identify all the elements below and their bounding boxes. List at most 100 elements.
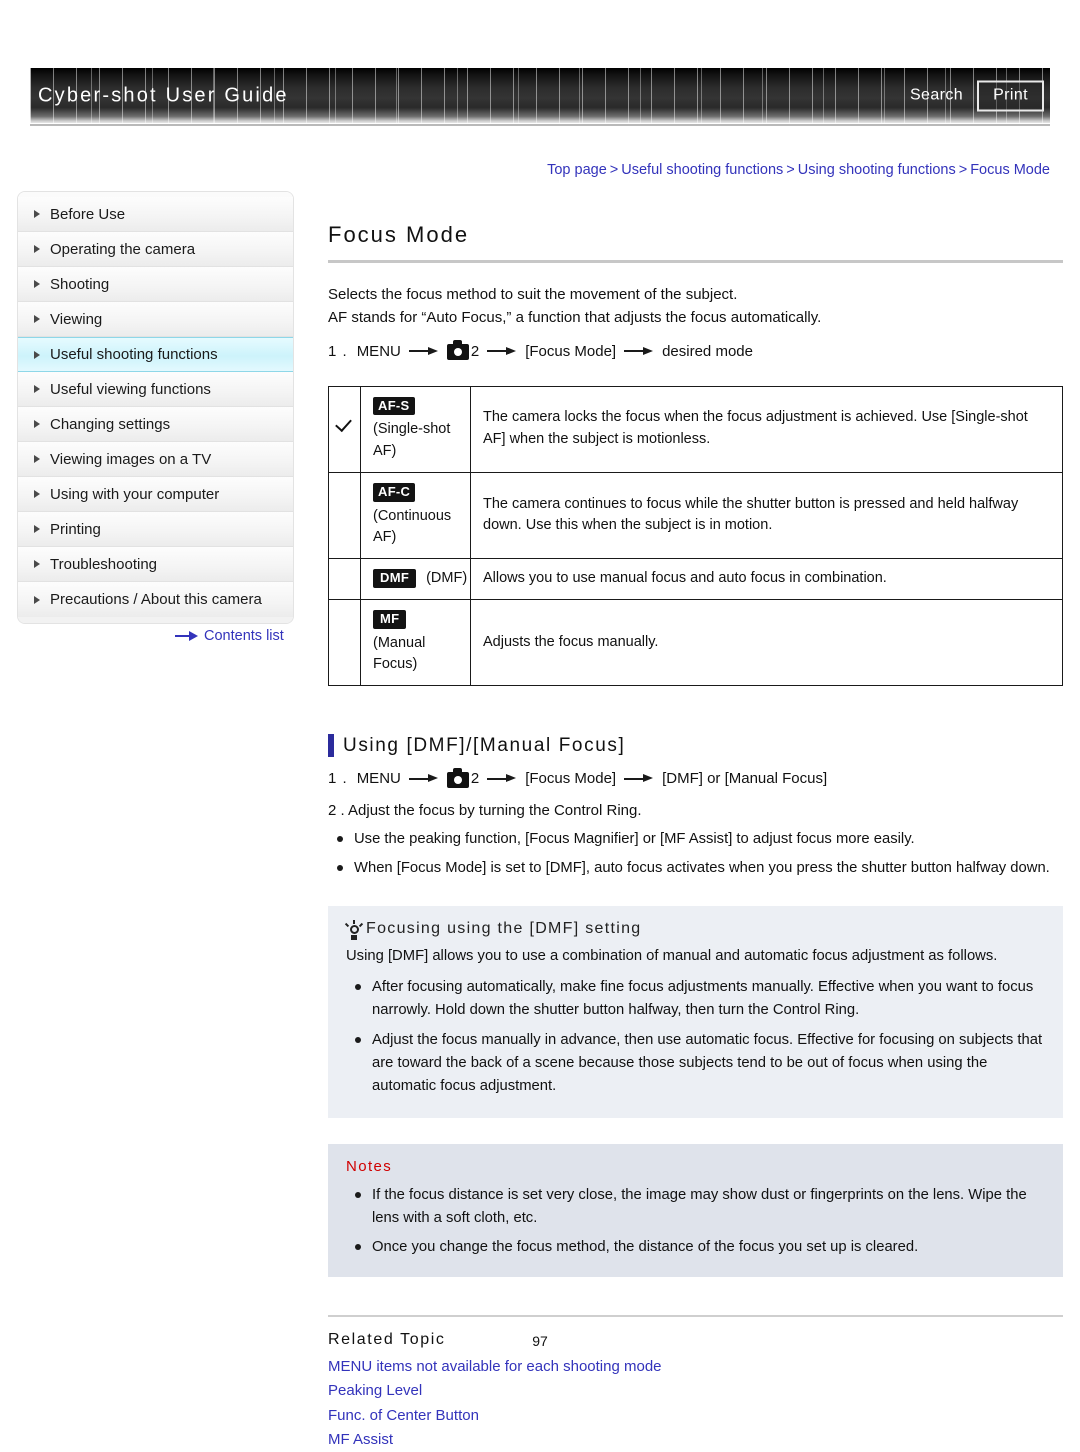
sidebar-item-label: Printing (50, 520, 101, 538)
sidebar-item-shooting[interactable]: Shooting (18, 267, 293, 302)
main-content: Focus Mode Selects the focus method to s… (328, 222, 1063, 1452)
menu-page-number: 2 (470, 770, 480, 787)
arrow-right-icon (175, 631, 199, 641)
lightbulb-icon (344, 920, 364, 940)
list-item: After focusing automatically, make fine … (355, 976, 1045, 1022)
related-topic-divider (328, 1314, 1063, 1317)
app-title: Cyber-shot User Guide (38, 84, 289, 106)
sidebar-item-label: Changing settings (50, 415, 171, 433)
app-header: Cyber-shot User Guide Search Print (30, 68, 1050, 130)
tip-bullet-list: After focusing automatically, make fine … (346, 976, 1045, 1097)
list-item: Use the peaking function, [Focus Magnifi… (337, 828, 1063, 851)
chevron-right-icon (34, 280, 40, 288)
subsection-bullet-list: Use the peaking function, [Focus Magnifi… (328, 828, 1063, 880)
sidebar-item-label: Troubleshooting (50, 555, 158, 573)
menu-result-label: [DMF] or [Manual Focus] (662, 770, 828, 787)
sidebar-item-before-use[interactable]: Before Use (18, 197, 293, 232)
intro-paragraph: Selects the focus method to suit the mov… (328, 283, 1063, 330)
chevron-right-icon (34, 490, 40, 498)
table-row: AF-S (Single-shot AF) The camera locks t… (328, 385, 1063, 473)
table-row: MF (Manual Focus) Adjusts the focus manu… (328, 598, 1063, 687)
related-link-mf-assist[interactable]: MF Assist (328, 1428, 1063, 1452)
related-link-func-of-center-button[interactable]: Func. of Center Button (328, 1404, 1063, 1428)
menu-path-step-1-dmf: 1 . MENU 2 [Focus Mode] [DMF] or [Manual… (328, 767, 1063, 788)
breadcrumb-item-top-page[interactable]: Top page (547, 162, 607, 178)
related-link-menu-items-not-available[interactable]: MENU items not available for each shooti… (328, 1355, 1063, 1379)
sidebar-item-label: Viewing images on a TV (50, 450, 212, 468)
sidebar-item-label: Shooting (50, 275, 110, 293)
sidebar-item-label: Useful shooting functions (50, 346, 218, 363)
breadcrumb-separator: > (609, 162, 619, 178)
list-item: When [Focus Mode] is set to [DMF], auto … (337, 857, 1063, 880)
page-title: Focus Mode (328, 222, 470, 247)
chevron-right-icon (34, 315, 40, 323)
focus-mode-table: AF-S (Single-shot AF) The camera locks t… (328, 385, 1063, 687)
heading-accent-bar (328, 734, 334, 757)
related-link-peaking-level[interactable]: Peaking Level (328, 1379, 1063, 1403)
sidebar-item-using-with-your-computer[interactable]: Using with your computer (18, 477, 293, 512)
header-divider (30, 124, 1050, 126)
sidebar-item-printing[interactable]: Printing (18, 512, 293, 547)
mode-label: (Single-shot AF) (373, 421, 451, 459)
menu-path-step-1: 1 . MENU 2 [Focus Mode] desired mode (328, 340, 1063, 360)
step-number: 1 . (328, 342, 348, 360)
breadcrumb-separator: > (786, 162, 795, 178)
section-heading-using-dmf: Using [DMF]/[Manual Focus] (328, 734, 1063, 757)
arrow-right-icon (487, 773, 517, 785)
page-number: 97 (532, 1333, 548, 1349)
mode-cell: AF-C (Continuous AF) (360, 471, 471, 560)
sidebar-item-useful-shooting-functions[interactable]: Useful shooting functions (18, 337, 293, 372)
selected-indicator-cell (328, 471, 361, 560)
sidebar-item-label: Before Use (50, 205, 126, 223)
sidebar-item-changing-settings[interactable]: Changing settings (18, 407, 293, 442)
header-bar: Cyber-shot User Guide Search Print (30, 68, 1050, 123)
search-button[interactable]: Search (910, 87, 963, 105)
tip-heading-label: Focusing using the [DMF] setting (366, 920, 642, 938)
mode-description: The camera continues to focus while the … (470, 471, 1063, 560)
chevron-right-icon (34, 210, 40, 218)
breadcrumb: Top page > Useful shooting functions > Using… (547, 162, 1050, 178)
tip-box: Focusing using the [DMF] setting Using [… (328, 906, 1063, 1118)
table-row: AF-C (Continuous AF) The camera continue… (328, 471, 1063, 560)
af-s-badge-icon: AF-S (373, 396, 415, 416)
breadcrumb-item-useful-shooting-functions[interactable]: Useful shooting functions (621, 162, 783, 178)
arrow-right-icon (487, 345, 517, 357)
section-heading-label: Using [DMF]/[Manual Focus] (343, 734, 626, 756)
arrow-right-icon (408, 773, 439, 785)
selected-indicator-cell (328, 385, 361, 473)
af-c-badge-icon: AF-C (373, 482, 416, 502)
breadcrumb-item-focus-mode[interactable]: Focus Mode (970, 162, 1050, 178)
sidebar-item-viewing-images-on-a-tv[interactable]: Viewing images on a TV (18, 442, 293, 477)
list-item: Adjust the focus manually in advance, th… (355, 1029, 1045, 1098)
sidebar-item-viewing[interactable]: Viewing (18, 302, 293, 337)
contents-list-link[interactable]: Contents list (175, 628, 284, 644)
camera-icon (446, 340, 469, 360)
sidebar-item-useful-viewing-functions[interactable]: Useful viewing functions (18, 372, 293, 407)
notes-box: Notes If the focus distance is set very … (328, 1143, 1063, 1277)
sidebar-item-label: Useful viewing functions (50, 380, 211, 398)
notes-bullet-list: If the focus distance is set very close,… (346, 1184, 1045, 1259)
intro-line-1: Selects the focus method to suit the mov… (328, 286, 738, 303)
sidebar-navigation: Before Use Operating the camera Shooting… (18, 192, 293, 623)
menu-label: MENU (356, 770, 401, 787)
title-divider (328, 260, 1063, 263)
arrow-right-icon (624, 773, 654, 785)
selected-indicator-cell (328, 558, 361, 600)
notes-heading: Notes (346, 1157, 393, 1175)
menu-page-number: 2 (470, 342, 480, 360)
sidebar-item-precautions-about-this-camera[interactable]: Precautions / About this camera (18, 582, 293, 617)
mode-cell: MF (Manual Focus) (360, 598, 471, 687)
chevron-right-icon (34, 385, 40, 393)
sidebar-item-label: Operating the camera (50, 240, 196, 258)
breadcrumb-item-using-shooting-functions[interactable]: Using shooting functions (798, 162, 956, 178)
menu-item-label: [Focus Mode] (525, 770, 617, 787)
breadcrumb-separator: > (958, 162, 968, 178)
print-button[interactable]: Print (977, 80, 1044, 111)
sidebar-item-troubleshooting[interactable]: Troubleshooting (18, 547, 293, 582)
table-row: DMF (DMF) Allows you to use manual focus… (328, 558, 1063, 600)
step-2-instruction: 2 . Adjust the focus by turning the Cont… (328, 802, 642, 819)
list-item: Once you change the focus method, the di… (355, 1236, 1045, 1259)
sidebar-item-operating-the-camera[interactable]: Operating the camera (18, 232, 293, 267)
step-number: 1 . (328, 770, 348, 787)
mode-label: (DMF) (426, 570, 468, 586)
